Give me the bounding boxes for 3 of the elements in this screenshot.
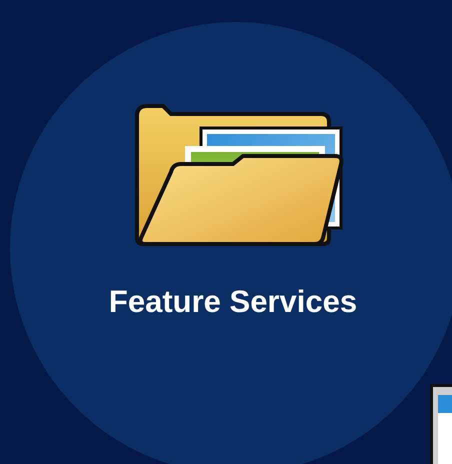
window-icon xyxy=(430,384,452,464)
folder-icon xyxy=(133,102,345,248)
tile-label: Feature Services xyxy=(108,286,358,317)
